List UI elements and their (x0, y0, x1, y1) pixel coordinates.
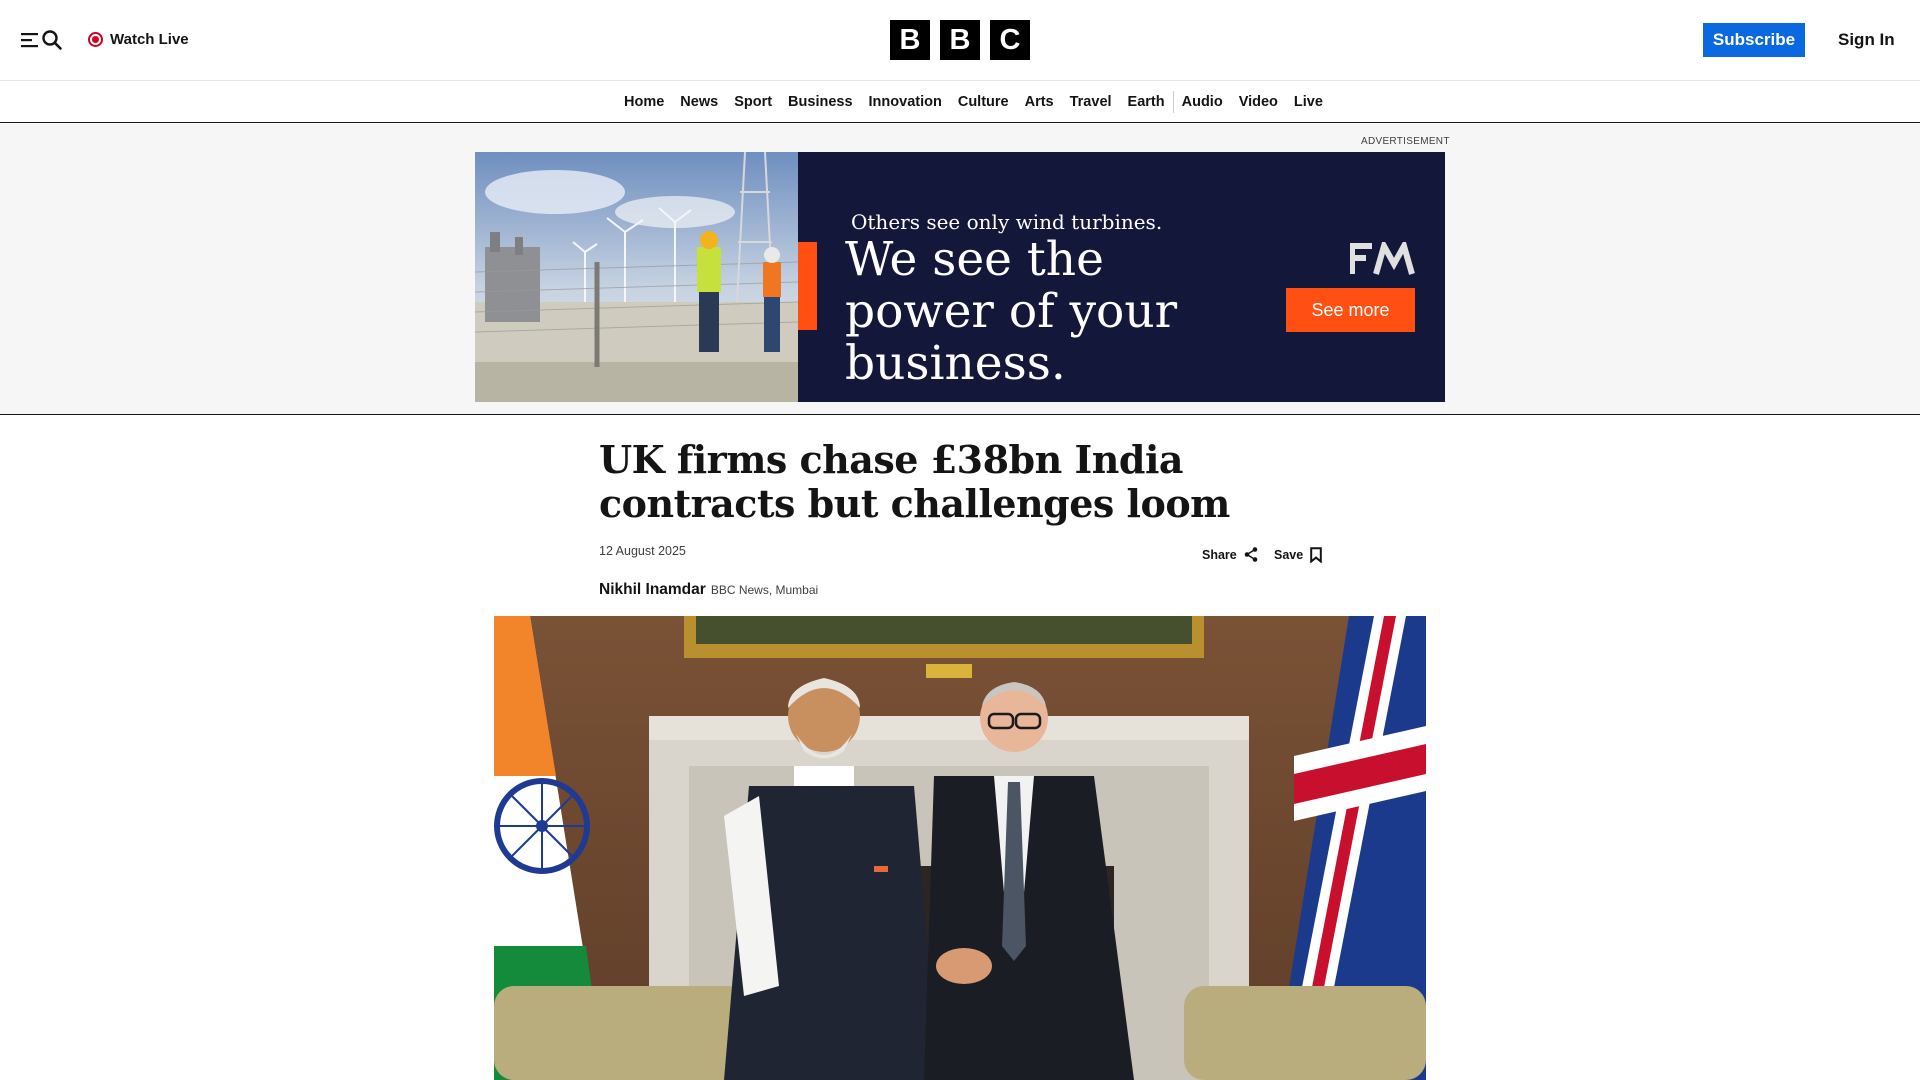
ad-tagline: Others see only wind turbines. (851, 210, 1163, 234)
share-icon (1244, 547, 1258, 562)
nav-item-innovation[interactable]: Innovation (861, 94, 950, 110)
ad-banner[interactable]: Others see only wind turbines. We see th… (475, 152, 1445, 402)
share-label: Share (1202, 547, 1237, 562)
advertiser-logo (1350, 242, 1415, 275)
logo-letter: C (990, 20, 1030, 60)
author-name[interactable]: Nikhil Inamdar (599, 581, 706, 599)
nav-item-business[interactable]: Business (780, 94, 860, 110)
subscribe-button[interactable]: Subscribe (1703, 23, 1805, 57)
ad-label: ADVERTISEMENT (1361, 136, 1450, 147)
nav-item-audio[interactable]: Audio (1174, 94, 1231, 110)
nav-item-home[interactable]: Home (616, 94, 672, 110)
nav-item-arts[interactable]: Arts (1017, 94, 1062, 110)
article-date: 12 August 2025 (599, 544, 686, 558)
watch-live-label: Watch Live (110, 30, 189, 48)
ad-section: ADVERTISEMENT Others see only wind turbi… (0, 124, 1920, 415)
bbc-logo[interactable]: B B C (890, 20, 1030, 60)
article-headline: UK firms chase £38bn India contracts but… (599, 437, 1230, 526)
ad-see-more-button[interactable]: See more (1286, 288, 1415, 332)
article-hero-image (494, 616, 1426, 1080)
logo-letter: B (890, 20, 930, 60)
nav-item-live[interactable]: Live (1286, 94, 1331, 110)
watch-live-link[interactable]: Watch Live (88, 29, 189, 49)
menu-icon (21, 33, 38, 48)
ad-photo (475, 152, 798, 402)
live-dot-icon (88, 31, 103, 47)
nav-item-video[interactable]: Video (1231, 94, 1286, 110)
nav-item-culture[interactable]: Culture (950, 94, 1017, 110)
nav-item-travel[interactable]: Travel (1062, 94, 1120, 110)
sign-in-link[interactable]: Sign In (1838, 30, 1895, 50)
nav-item-sport[interactable]: Sport (726, 94, 780, 110)
bookmark-icon (1310, 547, 1323, 563)
logo-letter: B (940, 20, 980, 60)
site-header: Watch Live B B C Subscribe Sign In (0, 0, 1920, 81)
share-button[interactable]: Share (1202, 547, 1258, 562)
author-organization: BBC News, Mumbai (710, 583, 819, 597)
main-nav: Home News Sport Business Innovation Cult… (0, 81, 1920, 123)
search-icon (42, 30, 62, 50)
nav-item-news[interactable]: News (672, 94, 726, 110)
save-label: Save (1274, 548, 1304, 562)
save-button[interactable]: Save (1274, 547, 1323, 563)
ad-accent-bar (798, 242, 817, 330)
nav-item-earth[interactable]: Earth (1120, 94, 1173, 110)
nav-list: Home News Sport Business Innovation Cult… (616, 81, 1331, 123)
byline: Nikhil Inamdar BBC News, Mumbai (599, 581, 818, 599)
menu-search-button[interactable] (21, 28, 63, 52)
ad-headline: We see the power of your business. (845, 232, 1178, 391)
